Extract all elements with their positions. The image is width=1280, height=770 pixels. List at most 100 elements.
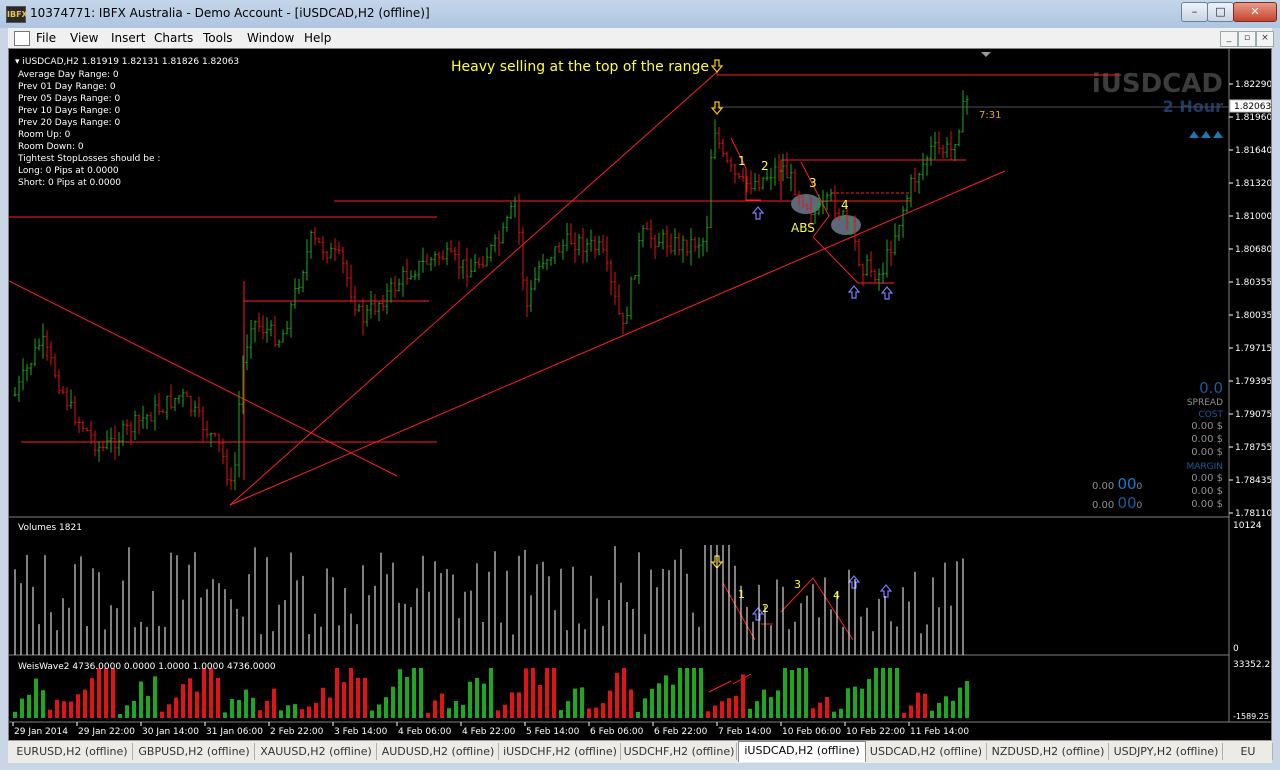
menu-view[interactable]: View <box>70 31 98 45</box>
weis-header: WeisWave2 4736.0000 0.0000 1.0000 1.0000… <box>18 662 276 672</box>
terminal-window: IBFX 10374771: IBFX Australia - Demo Acc… <box>0 0 1280 770</box>
weis-bar <box>461 704 465 718</box>
menu-window[interactable]: Window <box>247 31 294 45</box>
chart-tab[interactable]: iUSDCAD,H2 (offline) <box>738 741 866 762</box>
vol-wave-label-4: 4 <box>833 589 840 602</box>
chart-tab[interactable]: AUDUSD,H2 (offline) <box>378 743 499 760</box>
weis-bar <box>27 694 31 718</box>
weis-bar <box>349 668 353 718</box>
chart-tab[interactable]: USDJPY,H2 (offline) <box>1110 743 1223 760</box>
weis-bar <box>552 668 556 718</box>
menu-bar: File View Insert Charts Tools Window Hel… <box>8 28 1274 48</box>
weis-bar <box>671 684 675 718</box>
trend-line <box>229 170 1006 506</box>
close-button[interactable]: ✕ <box>1233 2 1277 22</box>
weis-bar <box>790 670 794 718</box>
chart-tab[interactable]: EURUSD,H2 (offline) <box>12 743 133 760</box>
chart-tab[interactable]: XAUUSD,H2 (offline) <box>256 743 377 760</box>
volumes-axis-bottom: 0 <box>1233 644 1239 654</box>
chart-tab[interactable]: USDCHF,H2 (offline) <box>622 743 737 760</box>
signal-triangle-icon <box>1213 131 1223 138</box>
chart-tab[interactable]: EU <box>1224 743 1273 760</box>
weis-bar <box>398 669 402 718</box>
minimize-button[interactable]: – <box>1181 2 1208 22</box>
weis-bar <box>692 668 696 718</box>
weis-bar <box>580 687 584 718</box>
volume-bars <box>14 545 964 655</box>
time-label: 2 Feb 22:00 <box>270 727 324 737</box>
weis-bar <box>384 697 388 718</box>
chart-window[interactable]: iUSDCAD 2 Hour ▾ iUSDCAD,H2 1.81919 1.82… <box>8 48 1276 742</box>
weis-bar <box>965 681 969 718</box>
range-info-panel: Average Day Range: 0 Prev 01 Day Range: 0… <box>17 70 160 188</box>
menu-help[interactable]: Help <box>304 31 331 45</box>
weis-bar <box>706 711 710 718</box>
price-label: 1.80355 <box>1235 278 1271 288</box>
weis-bar <box>167 704 171 718</box>
time-label: 10 Feb 06:00 <box>782 727 841 737</box>
menu-tools[interactable]: Tools <box>203 31 233 45</box>
weis-bar <box>265 700 269 718</box>
cost-value-1: 0.00 $ <box>1191 421 1223 432</box>
time-label: 11 Feb 14:00 <box>910 727 969 737</box>
weis-bar <box>356 677 360 718</box>
info-line: Prev 05 Days Range: 0 <box>18 94 121 104</box>
arrow-up-icon <box>847 285 861 299</box>
weis-bar <box>881 668 885 718</box>
weis-bar <box>307 706 311 718</box>
weis-bar <box>412 668 416 718</box>
abs-label: ABS <box>791 221 815 235</box>
chart-tab[interactable]: NZDUSD,H2 (offline) <box>988 743 1109 760</box>
weis-bar <box>440 693 444 718</box>
cost-value-3: 0.00 $ <box>1191 447 1223 458</box>
weis-bar <box>895 668 899 718</box>
chart-tab[interactable]: USDCAD,H2 (offline) <box>866 743 987 760</box>
weis-bar <box>524 668 528 718</box>
weis-bar <box>615 672 619 718</box>
mdi-minimize-button[interactable]: _ <box>1220 31 1238 47</box>
info-line: Prev 20 Days Range: 0 <box>18 118 121 128</box>
weis-bar <box>13 711 17 718</box>
weis-bar <box>160 711 164 718</box>
time-label: 30 Jan 14:00 <box>142 727 199 737</box>
maximize-button[interactable]: □ <box>1207 2 1234 22</box>
weis-bar <box>566 701 570 718</box>
weis-wave-bars <box>13 668 969 718</box>
signal-triangle-icon <box>1201 131 1211 138</box>
time-axis: 29 Jan 2014 29 Jan 22:00 30 Jan 14:00 31 Ja… <box>12 722 969 737</box>
weis-bar <box>783 668 787 718</box>
weis-bar <box>321 687 325 718</box>
document-icon[interactable] <box>14 31 30 46</box>
menu-charts[interactable]: Charts <box>154 31 193 45</box>
weis-bar <box>300 709 304 718</box>
absorption-marker <box>791 194 821 214</box>
weis-bar <box>713 705 717 718</box>
time-label: 31 Jan 06:00 <box>206 727 263 737</box>
weis-bar <box>923 693 927 718</box>
weis-bar <box>888 668 892 718</box>
weis-bar <box>825 696 829 718</box>
chart-tab[interactable]: iUSDCHF,H2 (offline) <box>500 743 621 760</box>
mdi-close-button[interactable]: × <box>1256 31 1274 47</box>
price-label: 1.81320 <box>1235 179 1271 189</box>
title-bar: IBFX 10374771: IBFX Australia - Demo Acc… <box>0 0 1280 28</box>
weis-bar <box>55 699 59 718</box>
weis-bar <box>139 681 143 718</box>
weis-bar <box>153 676 157 718</box>
wave-label-3: 3 <box>809 176 817 190</box>
weis-bar <box>132 701 136 718</box>
weis-bar <box>510 692 514 718</box>
weis-bar <box>419 668 423 718</box>
chart-tab[interactable]: GBPUSD,H2 (offline) <box>134 743 255 760</box>
weis-bar <box>853 686 857 718</box>
weis-bar <box>90 678 94 718</box>
weis-bar <box>657 683 661 718</box>
info-line: Prev 10 Days Range: 0 <box>18 106 121 116</box>
weis-bar <box>748 708 752 718</box>
info-line: Average Day Range: 0 <box>18 70 119 80</box>
menu-insert[interactable]: Insert <box>111 31 145 45</box>
mdi-restore-button[interactable]: ▫ <box>1238 31 1256 47</box>
menu-file[interactable]: File <box>36 31 56 45</box>
price-chart[interactable]: iUSDCAD 2 Hour ▾ iUSDCAD,H2 1.81919 1.82… <box>8 49 1276 741</box>
info-line: Short: 0 Pips at 0.0000 <box>18 178 121 188</box>
